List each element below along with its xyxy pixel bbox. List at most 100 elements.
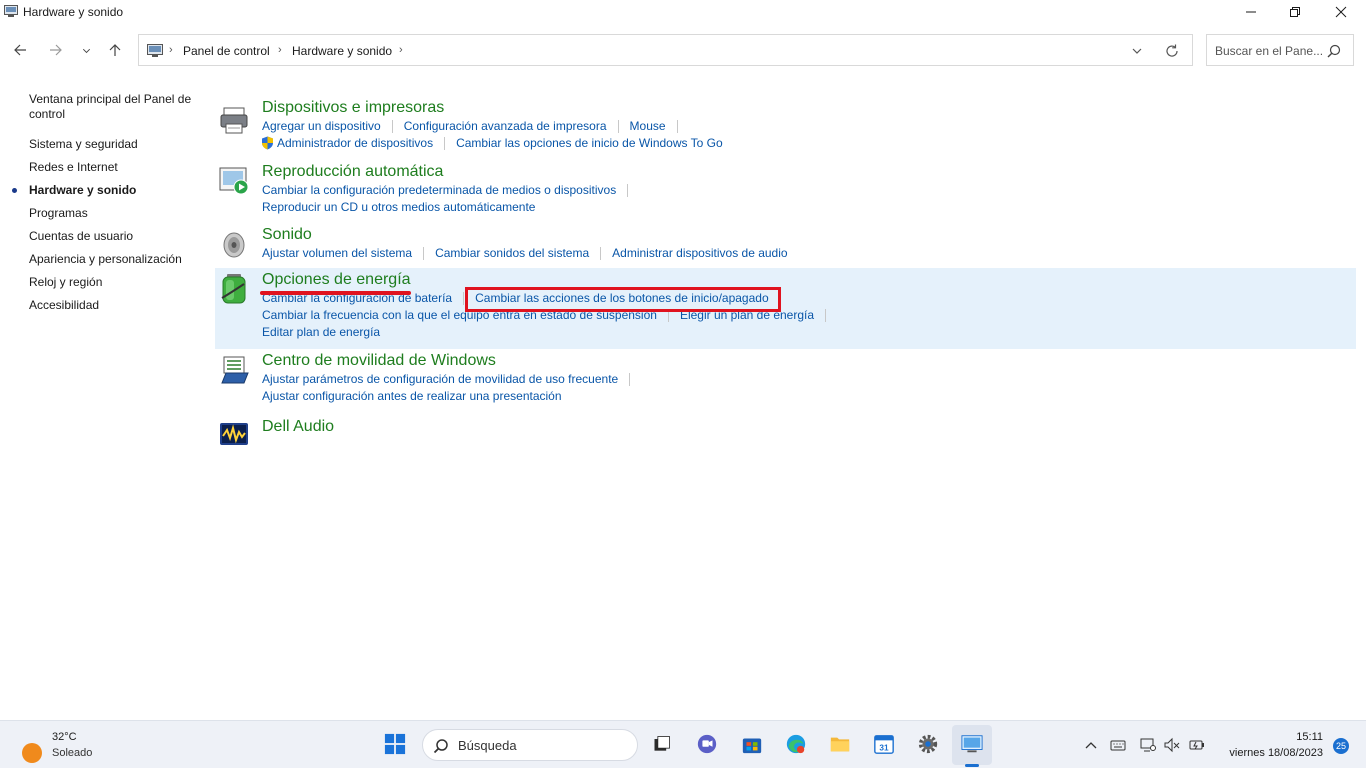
link-separator <box>629 372 631 386</box>
up-button[interactable] <box>103 38 127 62</box>
minimize-icon <box>1246 11 1256 13</box>
link-row: Cambiar la configuración predeterminada … <box>262 183 639 197</box>
clock-time[interactable]: 15:11 <box>1296 731 1323 743</box>
edge-button[interactable] <box>783 731 809 757</box>
link-mouse[interactable]: Mouse <box>630 119 666 133</box>
taskbar: 32°C Soleado Búsqueda 31 15:11 viernes 1… <box>0 720 1366 768</box>
control-panel-icon <box>961 735 983 753</box>
windows-logo-icon <box>384 733 406 755</box>
category-devices-printers: Dispositivos e impresoras Agregar un dis… <box>215 96 1356 156</box>
nav-item-programs[interactable]: Programas <box>29 206 197 221</box>
link-change-system-sounds[interactable]: Cambiar sonidos del sistema <box>435 246 589 260</box>
link-advanced-printer-setup[interactable]: Configuración avanzada de impresora <box>404 119 607 133</box>
chevron-up-icon[interactable] <box>1083 737 1099 753</box>
nav-item-hardware-sound[interactable]: Hardware y sonido <box>29 183 197 198</box>
link-separator <box>444 136 446 150</box>
recent-locations-button[interactable] <box>74 38 98 62</box>
category-sound: Sonido Ajustar volumen del sistema Cambi… <box>215 223 1356 267</box>
link-row: Editar plan de energía <box>262 325 380 339</box>
store-button[interactable] <box>739 731 765 757</box>
link-separator <box>825 308 827 322</box>
folder-icon <box>830 737 850 752</box>
search-icon[interactable] <box>1327 44 1341 58</box>
network-icon[interactable] <box>1140 737 1156 753</box>
file-explorer-button[interactable] <box>827 731 853 757</box>
nav-item-control-panel-home[interactable]: Ventana principal del Panel de control <box>29 92 197 122</box>
nav-item-appearance[interactable]: Apariencia y personalización <box>29 252 197 267</box>
close-button[interactable] <box>1318 0 1364 24</box>
address-bar[interactable]: › Panel de control › Hardware y sonido › <box>138 34 1193 66</box>
restore-button[interactable] <box>1272 0 1318 24</box>
printer-icon <box>220 107 248 134</box>
link-edit-power-plan[interactable]: Editar plan de energía <box>262 325 380 339</box>
battery-icon <box>221 274 246 304</box>
keyboard-icon[interactable] <box>1110 737 1126 753</box>
minimize-button[interactable] <box>1228 0 1274 24</box>
settings-button[interactable] <box>915 731 941 757</box>
category-title[interactable]: Opciones de energía <box>262 271 411 289</box>
window-title: Hardware y sonido <box>23 5 124 19</box>
start-button[interactable] <box>382 731 408 757</box>
category-dell-audio: Dell Audio <box>215 414 1356 450</box>
link-play-cd-automatically[interactable]: Reproducir un CD u otros medios automáti… <box>262 200 535 214</box>
link-separator <box>627 183 629 197</box>
teams-chat-button[interactable] <box>694 731 720 757</box>
link-add-device[interactable]: Agregar un dispositivo <box>262 119 381 133</box>
weather-condition[interactable]: Soleado <box>52 747 92 759</box>
link-presentation-settings[interactable]: Ajustar configuración antes de realizar … <box>262 389 562 403</box>
category-power-options: Opciones de energía Cambiar la configura… <box>215 268 1356 349</box>
category-title[interactable]: Sonido <box>262 226 312 244</box>
link-separator <box>423 246 425 260</box>
forward-button[interactable] <box>44 38 68 62</box>
chat-icon <box>697 734 717 754</box>
breadcrumb-control-panel[interactable]: Panel de control <box>183 44 270 58</box>
nav-item-user-accounts[interactable]: Cuentas de usuario <box>29 229 197 244</box>
annotation-underline <box>260 291 411 295</box>
link-adjust-volume[interactable]: Ajustar volumen del sistema <box>262 246 412 260</box>
battery-charging-icon[interactable] <box>1189 737 1205 753</box>
close-icon <box>1335 6 1347 18</box>
category-autoplay: Reproducción automática Cambiar la confi… <box>215 160 1356 220</box>
control-panel-taskbar-button[interactable] <box>959 731 985 757</box>
taskbar-search[interactable]: Búsqueda <box>422 729 638 761</box>
category-title[interactable]: Dell Audio <box>262 418 334 436</box>
nav-item-accessibility[interactable]: Accesibilidad <box>29 298 197 313</box>
search-input[interactable] <box>1215 42 1327 60</box>
nav-item-network-internet[interactable]: Redes e Internet <box>29 160 197 175</box>
link-change-default-media[interactable]: Cambiar la configuración predeterminada … <box>262 183 616 197</box>
restore-icon <box>1290 7 1300 17</box>
link-separator <box>463 291 465 305</box>
navigation-bar: › Panel de control › Hardware y sonido › <box>0 30 1366 70</box>
category-title[interactable]: Centro de movilidad de Windows <box>262 352 496 370</box>
sun-icon[interactable] <box>22 743 42 763</box>
title-bar: Hardware y sonido <box>0 0 1366 24</box>
breadcrumb-hardware-sound[interactable]: Hardware y sonido <box>292 44 392 58</box>
link-device-manager[interactable]: Administrador de dispositivos <box>277 136 433 150</box>
control-panel-icon <box>147 44 163 57</box>
task-view-icon <box>654 736 670 751</box>
calendar-button[interactable]: 31 <box>871 731 897 757</box>
link-manage-audio-devices[interactable]: Administrar dispositivos de audio <box>612 246 787 260</box>
link-windows-to-go[interactable]: Cambiar las opciones de inicio de Window… <box>456 136 723 150</box>
arrow-up-icon <box>109 44 121 56</box>
back-button[interactable] <box>8 38 32 62</box>
address-dropdown-icon[interactable] <box>1130 44 1144 58</box>
category-mobility-center: Centro de movilidad de Windows Ajustar p… <box>215 350 1356 408</box>
link-row: Agregar un dispositivo Configuración ava… <box>262 119 689 133</box>
clock-date[interactable]: viernes 18/08/2023 <box>1229 747 1323 759</box>
weather-temperature[interactable]: 32°C <box>52 731 77 743</box>
nav-item-clock-region[interactable]: Reloj y región <box>29 275 197 290</box>
refresh-icon[interactable] <box>1164 43 1180 59</box>
link-row: Ajustar parámetros de configuración de m… <box>262 372 641 386</box>
breadcrumb-separator-icon: › <box>278 44 282 56</box>
volume-muted-icon[interactable] <box>1164 737 1180 753</box>
category-title[interactable]: Reproducción automática <box>262 163 443 181</box>
link-adjust-mobility-settings[interactable]: Ajustar parámetros de configuración de m… <box>262 372 618 386</box>
category-title[interactable]: Dispositivos e impresoras <box>262 99 444 117</box>
task-view-button[interactable] <box>649 731 675 757</box>
search-box[interactable] <box>1206 34 1354 66</box>
breadcrumb-separator-icon[interactable]: › <box>399 44 403 56</box>
nav-item-system-security[interactable]: Sistema y seguridad <box>29 137 197 152</box>
arrow-right-icon <box>50 44 62 56</box>
notification-badge[interactable]: 25 <box>1333 738 1349 754</box>
